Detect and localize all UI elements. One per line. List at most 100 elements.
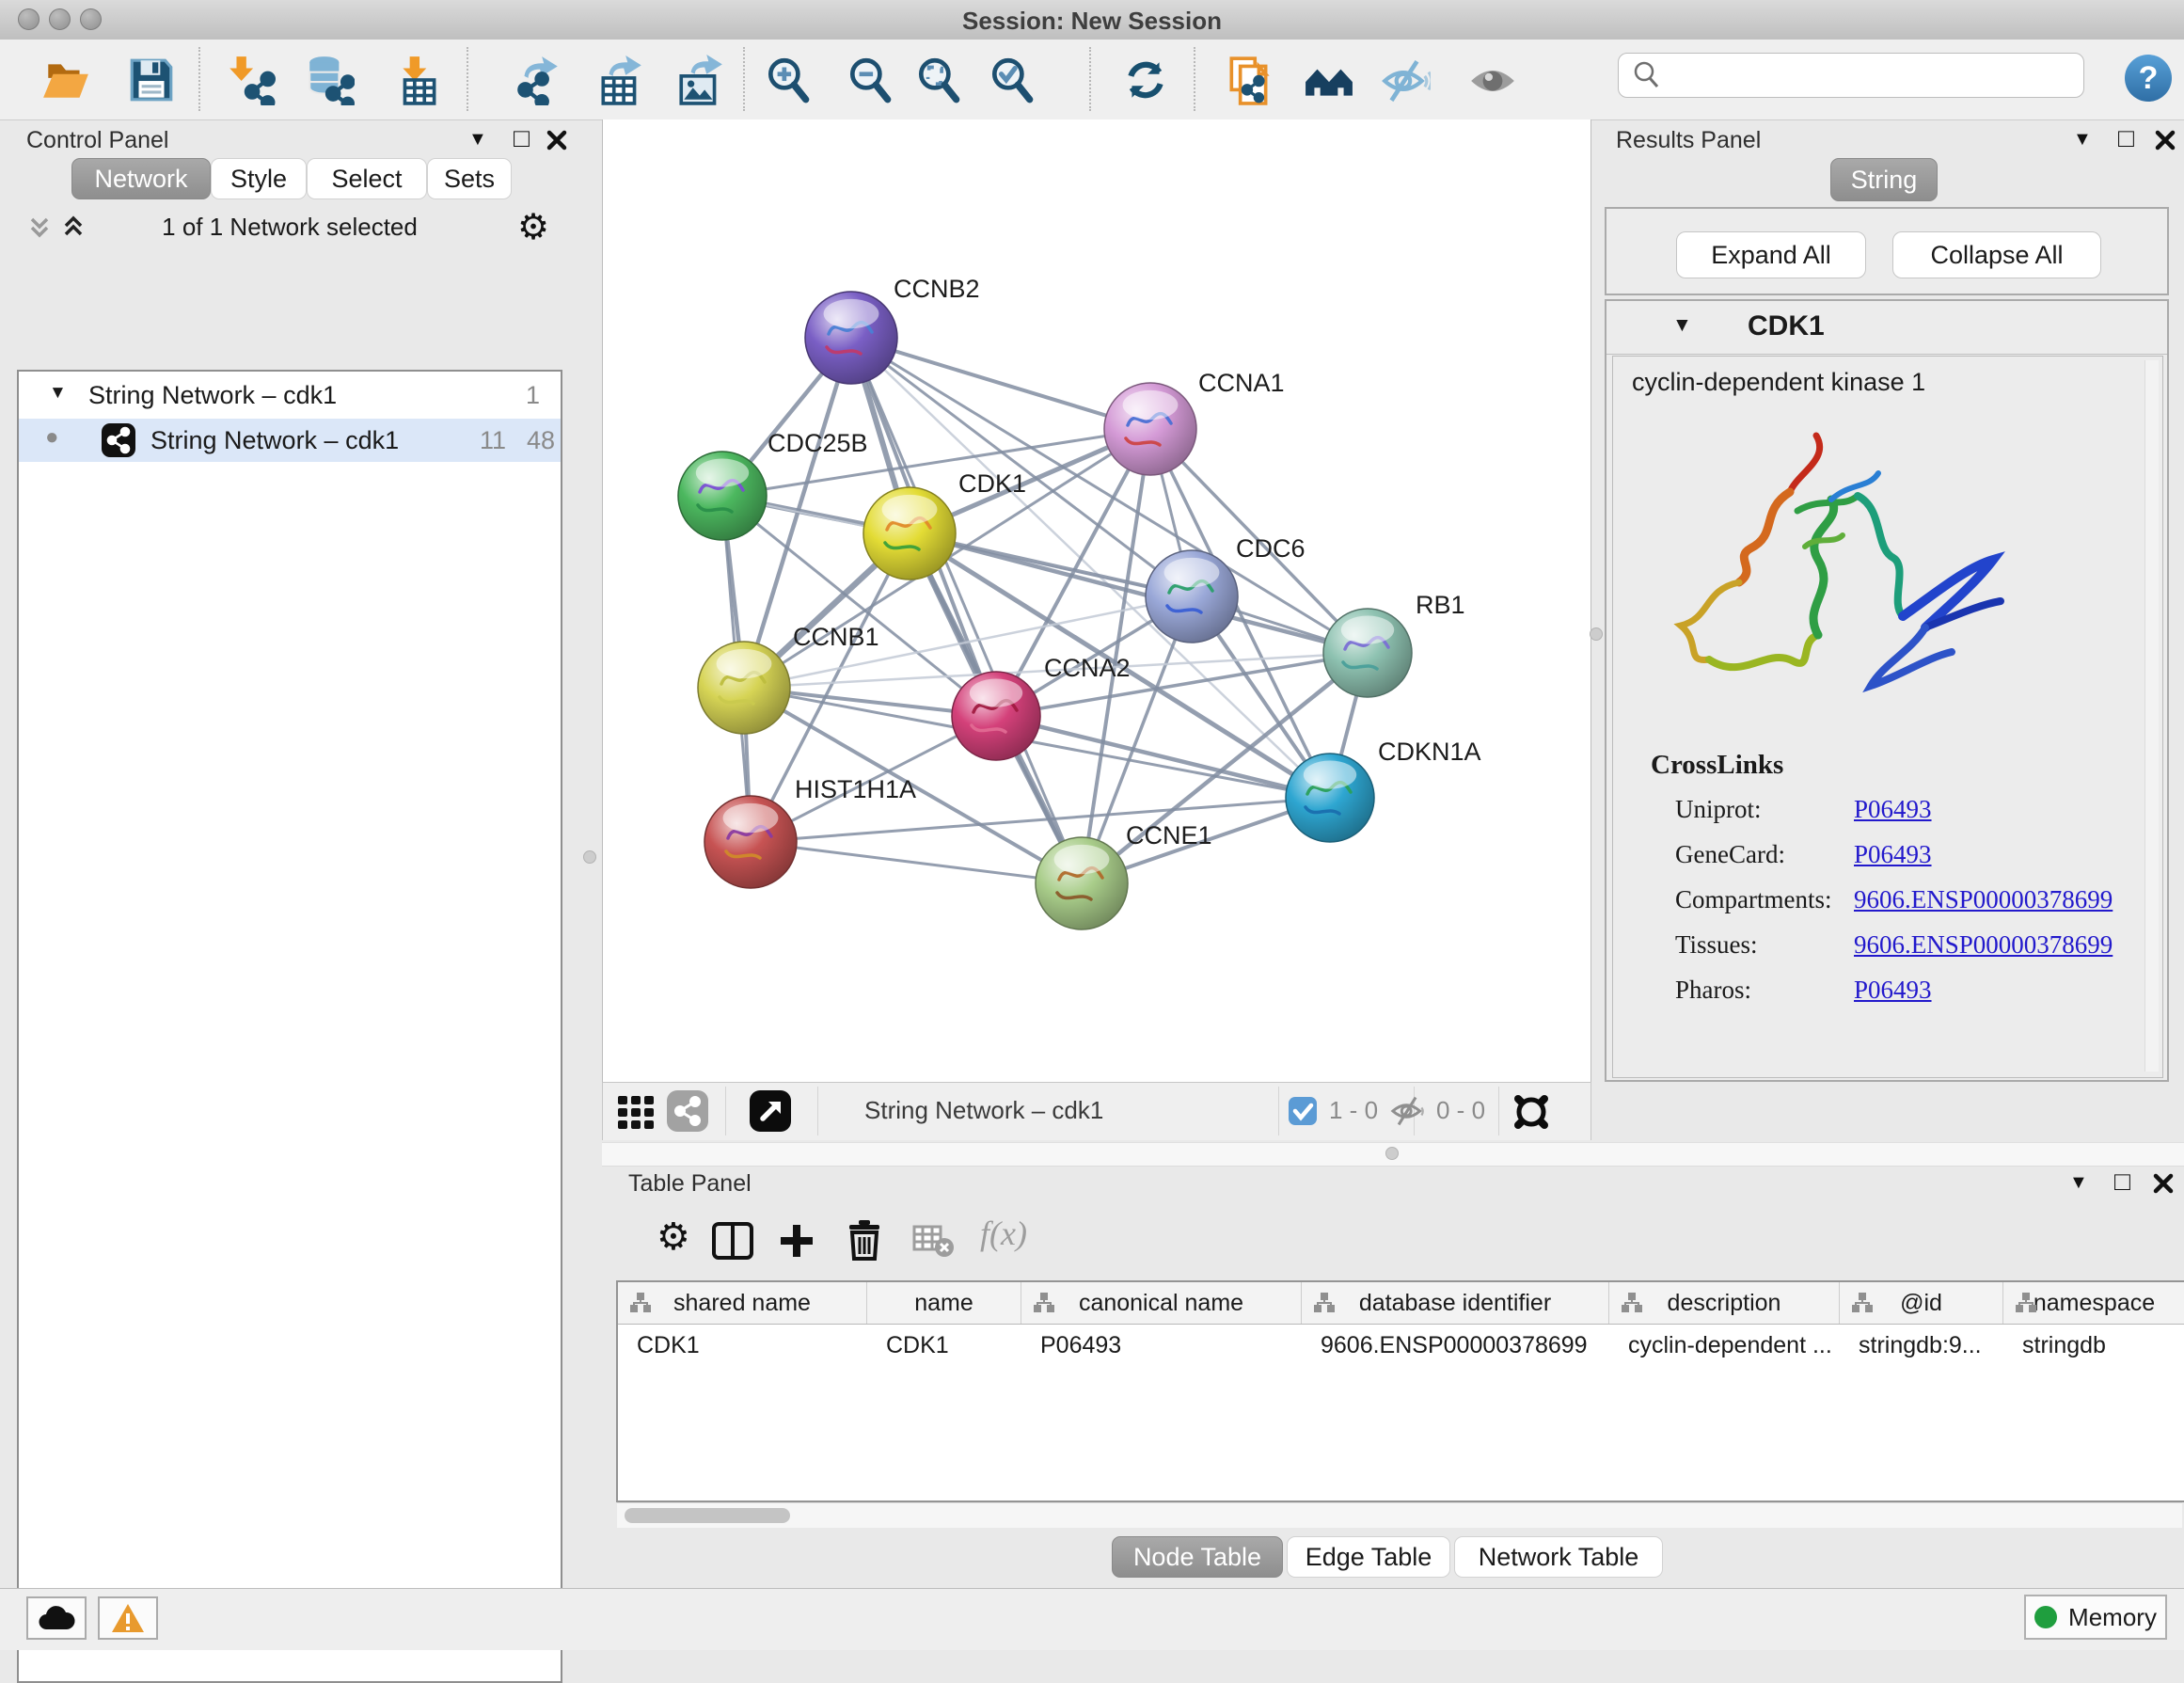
graph-node-CDC6[interactable] — [1146, 550, 1238, 643]
toolbar-separator — [1194, 47, 1195, 111]
entry-collapse-triangle-icon[interactable]: ▼ — [1672, 314, 1692, 337]
crosslink-link[interactable]: 9606.ENSP00000378699 — [1854, 930, 2113, 960]
open-in-window-icon[interactable] — [750, 1090, 791, 1132]
column-header--id[interactable]: @id — [1840, 1282, 2003, 1324]
crosslink-link[interactable]: P06493 — [1854, 795, 1932, 824]
network-collection-row[interactable]: ▼ String Network – cdk1 1 — [19, 375, 561, 419]
graph-node-CDKN1A[interactable] — [1286, 754, 1374, 842]
crosslink-link[interactable]: P06493 — [1854, 840, 1932, 869]
graph-node-CDC25B[interactable] — [678, 452, 767, 540]
table-panel: Table Panel ▼ □ ⚙ f(x) shared namename — [602, 1167, 2184, 1588]
tab-string[interactable]: String — [1830, 158, 1938, 201]
graph-node-CCNB1[interactable] — [698, 642, 790, 734]
search-field[interactable] — [1618, 53, 2084, 98]
table-panel-float-icon[interactable]: □ — [2114, 1167, 2130, 1197]
memory-button[interactable]: Memory — [2024, 1595, 2167, 1640]
results-scrollbar[interactable] — [2144, 360, 2159, 1072]
table-settings-gear-icon[interactable]: ⚙ — [657, 1215, 690, 1259]
results-panel-title: Results Panel — [1616, 127, 1761, 154]
table-panel-menu-icon[interactable]: ▼ — [2069, 1172, 2088, 1194]
graph-node-CCNA1[interactable] — [1104, 383, 1196, 475]
cloud-status-button[interactable] — [26, 1596, 87, 1640]
save-session-icon[interactable] — [126, 55, 177, 105]
cloud-icon — [38, 1605, 75, 1631]
create-column-plus-icon[interactable] — [777, 1221, 816, 1261]
zoom-in-icon[interactable] — [763, 55, 814, 105]
network-options-gear-icon[interactable]: ⚙ — [517, 206, 549, 248]
network-badge-gray-icon[interactable] — [667, 1090, 708, 1132]
graph-node-HIST1H1A[interactable] — [704, 796, 797, 888]
delete-column-trash-icon[interactable] — [845, 1219, 884, 1261]
column-header-shared-name[interactable]: shared name — [618, 1282, 867, 1324]
results-panel-menu-icon[interactable]: ▼ — [2073, 129, 2092, 151]
protein-structure-image — [1656, 417, 2033, 737]
network-node-count: 11 — [480, 426, 506, 455]
network-canvas[interactable]: CCNB2CCNA1CDC25BCDK1CDC6RB1CCNB1CCNA2CDK… — [602, 119, 1591, 1082]
table-panel-close-icon[interactable] — [2152, 1172, 2175, 1195]
control-panel-close-icon[interactable] — [546, 129, 568, 151]
results-panel-close-icon[interactable] — [2154, 129, 2176, 151]
shared-column-icon — [1621, 1292, 1643, 1314]
graph-node-CCNE1[interactable] — [1036, 837, 1128, 929]
show-columns-icon[interactable] — [711, 1221, 754, 1261]
tab-network-table[interactable]: Network Table — [1454, 1536, 1663, 1578]
graph-edge-CCNB2-CCNA1 — [851, 338, 1150, 429]
zoom-selected-icon[interactable] — [987, 55, 1037, 105]
birdseye-crosshair-icon[interactable] — [1508, 1088, 1555, 1135]
tab-node-table[interactable]: Node Table — [1112, 1536, 1283, 1578]
crosslink-link[interactable]: 9606.ENSP00000378699 — [1854, 885, 2113, 914]
graph-node-CCNA2[interactable] — [952, 672, 1040, 760]
expand-all-button[interactable]: Expand All — [1676, 231, 1866, 278]
entry-body: cyclin-dependent kinase 1 — [1612, 356, 2163, 1078]
export-image-icon[interactable] — [675, 55, 726, 105]
import-network-icon[interactable] — [225, 55, 276, 105]
open-session-icon[interactable] — [40, 55, 91, 105]
collection-expand-triangle-icon[interactable]: ▼ — [49, 383, 67, 404]
column-header-name[interactable]: name — [867, 1282, 1021, 1324]
selected-checkbox-icon[interactable] — [1288, 1096, 1318, 1126]
import-table-icon[interactable] — [393, 55, 444, 105]
refresh-icon[interactable] — [1120, 55, 1171, 105]
tab-style[interactable]: Style — [211, 158, 307, 199]
results-panel-float-icon[interactable]: □ — [2118, 123, 2134, 153]
houses-icon[interactable] — [1304, 55, 1354, 105]
graph-node-CCNB2[interactable] — [805, 292, 897, 384]
crosslink-row: GeneCard:P06493 — [1675, 840, 2145, 869]
table-horizontal-scrollbar[interactable] — [617, 1502, 2182, 1528]
crosslink-label: Pharos: — [1675, 976, 1854, 1005]
collapse-all-button[interactable]: Collapse All — [1892, 231, 2101, 278]
network-row-selected[interactable]: ● String Network – cdk1 11 48 — [19, 419, 561, 462]
control-panel-float-icon[interactable]: □ — [514, 123, 530, 153]
column-header-description[interactable]: description — [1609, 1282, 1840, 1324]
clone-network-icon[interactable] — [1224, 55, 1274, 105]
tab-edge-table[interactable]: Edge Table — [1287, 1536, 1450, 1578]
export-network-icon[interactable] — [513, 55, 563, 105]
search-input[interactable] — [1664, 61, 2083, 89]
help-button[interactable]: ? — [2125, 55, 2172, 102]
table-row[interactable]: CDK1CDK1P064939606.ENSP00000378699cyclin… — [618, 1325, 2184, 1366]
zoom-fit-icon[interactable] — [913, 55, 964, 105]
tab-sets[interactable]: Sets — [427, 158, 512, 199]
tab-select[interactable]: Select — [307, 158, 427, 199]
eye-slash-icon[interactable] — [1380, 55, 1431, 105]
delete-table-icon-disabled — [912, 1225, 956, 1259]
splitter-handle[interactable] — [583, 850, 596, 864]
column-header-namespace[interactable]: namespace — [2003, 1282, 2184, 1324]
column-header-database-identifier[interactable]: database identifier — [1302, 1282, 1609, 1324]
splitter-handle[interactable] — [1385, 1147, 1399, 1160]
export-table-icon[interactable] — [595, 55, 646, 105]
warning-status-button[interactable] — [98, 1596, 158, 1640]
graph-node-CDK1[interactable] — [863, 487, 956, 580]
eye-icon[interactable] — [1467, 55, 1518, 105]
tab-network[interactable]: Network — [71, 158, 211, 199]
control-panel-menu-icon[interactable]: ▼ — [468, 129, 487, 151]
toolbar-separator — [725, 1087, 726, 1135]
crosslink-link[interactable]: P06493 — [1854, 976, 1932, 1005]
entry-header[interactable]: ▼ CDK1 — [1606, 301, 2167, 355]
import-network-database-icon[interactable] — [304, 55, 355, 105]
zoom-out-icon[interactable] — [845, 55, 895, 105]
graph-node-RB1[interactable] — [1323, 609, 1412, 697]
scrollbar-thumb[interactable] — [625, 1508, 790, 1523]
column-header-canonical-name[interactable]: canonical name — [1021, 1282, 1302, 1324]
grid-view-icon[interactable] — [616, 1092, 656, 1132]
